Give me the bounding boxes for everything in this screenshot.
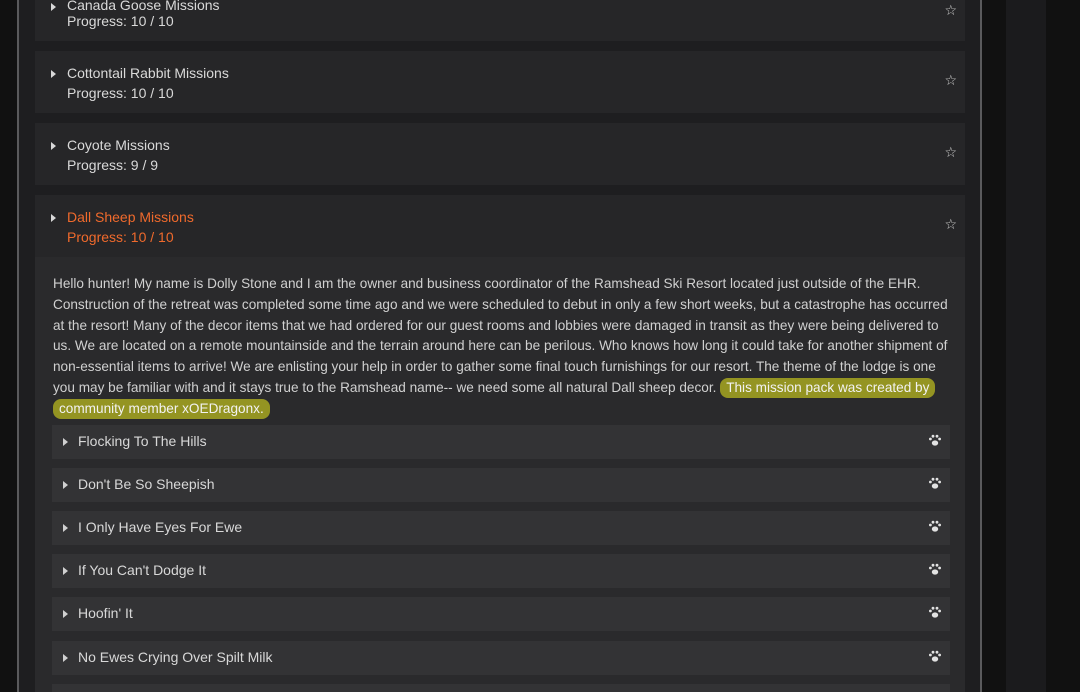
caret-right-icon [51, 214, 56, 222]
mission-header-dall-sheep[interactable]: Dall Sheep Missions Progress: 10 / 10 ☆ [35, 195, 965, 257]
mission-progress: Progress: 10 / 10 [67, 85, 174, 101]
caret-right-icon [63, 438, 68, 446]
caret-right-icon [63, 524, 68, 532]
paw-icon [929, 477, 941, 489]
mission-progress: Progress: 9 / 9 [67, 157, 159, 173]
sub-mission-item[interactable] [52, 684, 950, 692]
sub-mission-item[interactable]: If You Can't Dodge It [52, 554, 950, 588]
sub-mission-label: Don't Be So Sheepish [78, 476, 215, 492]
mission-name: Canada Goose Missions [67, 0, 220, 13]
sub-mission-item[interactable]: Flocking To The Hills [52, 425, 950, 459]
sub-mission-label: Flocking To The Hills [78, 433, 207, 449]
scrollbar-track[interactable] [1006, 0, 1046, 692]
caret-right-icon [51, 3, 56, 11]
sub-mission-item[interactable]: Don't Be So Sheepish [52, 468, 950, 502]
mission-pack-description: Hello hunter! My name is Dolly Stone and… [53, 274, 953, 420]
mission-name: Dall Sheep Missions [67, 209, 194, 225]
caret-right-icon [51, 70, 56, 78]
paw-icon [929, 434, 941, 446]
paw-icon [929, 520, 941, 532]
caret-right-icon [51, 142, 56, 150]
paw-icon [929, 606, 941, 618]
sub-mission-item[interactable]: Hoofin' It [52, 597, 950, 631]
mission-name: Coyote Missions [67, 137, 170, 153]
caret-right-icon [63, 654, 68, 662]
mission-header-canada-goose[interactable]: Canada Goose Missions Progress: 10 / 10 … [35, 0, 965, 41]
sub-mission-label: No Ewes Crying Over Spilt Milk [78, 649, 273, 665]
mission-header-coyote[interactable]: Coyote Missions Progress: 9 / 9 ☆ [35, 123, 965, 185]
sub-mission-label: I Only Have Eyes For Ewe [78, 519, 243, 535]
sub-mission-item[interactable]: No Ewes Crying Over Spilt Milk [52, 641, 950, 675]
star-outline-icon[interactable]: ☆ [944, 73, 957, 87]
mission-name: Cottontail Rabbit Missions [67, 65, 229, 81]
sub-mission-item[interactable]: I Only Have Eyes For Ewe [52, 511, 950, 545]
mission-progress: Progress: 10 / 10 [67, 13, 174, 29]
paw-icon [929, 563, 941, 575]
mission-header-cottontail-rabbit[interactable]: Cottontail Rabbit Missions Progress: 10 … [35, 51, 965, 113]
paw-icon [929, 650, 941, 662]
sub-mission-label: If You Can't Dodge It [78, 562, 206, 578]
star-outline-icon[interactable]: ☆ [944, 145, 957, 159]
star-outline-icon[interactable]: ☆ [944, 3, 957, 17]
sub-mission-label: Hoofin' It [78, 605, 133, 621]
star-outline-icon[interactable]: ☆ [944, 217, 957, 231]
caret-right-icon [63, 610, 68, 618]
caret-right-icon [63, 567, 68, 575]
caret-right-icon [63, 481, 68, 489]
mission-progress: Progress: 10 / 10 [67, 229, 174, 245]
